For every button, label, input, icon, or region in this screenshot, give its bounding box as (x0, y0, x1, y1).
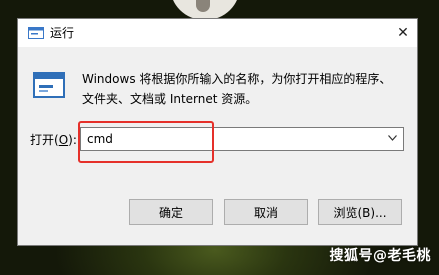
watermark-text: 搜狐号@老毛桃 (329, 248, 431, 264)
open-input[interactable] (87, 130, 377, 148)
run-program-icon (33, 72, 65, 98)
ok-button[interactable]: 确定 (129, 199, 213, 225)
chevron-down-icon[interactable] (388, 135, 397, 141)
title-bar[interactable]: 运行 ✕ (18, 19, 417, 47)
window-title: 运行 (50, 26, 75, 40)
open-label-suffix: ): (68, 133, 77, 147)
browse-button[interactable]: 浏览(B)... (318, 199, 402, 225)
run-dialog: 运行 ✕ Windows 将根据你所输入的名称，为你打开相应的程序、 文件夹、文… (17, 18, 418, 246)
close-button[interactable]: ✕ (389, 19, 417, 47)
description-line-2: 文件夹、文档或 Internet 资源。 (82, 92, 258, 106)
open-combobox[interactable] (80, 127, 404, 151)
open-label: 打开(O): (30, 132, 77, 148)
open-label-accesskey: O (58, 133, 69, 147)
cancel-button[interactable]: 取消 (224, 199, 308, 225)
description-line-1: Windows 将根据你所输入的名称，为你打开相应的程序、 (82, 72, 392, 86)
close-icon: ✕ (397, 25, 409, 41)
open-label-prefix: 打开( (30, 133, 59, 147)
description-text: Windows 将根据你所输入的名称，为你打开相应的程序、 文件夹、文档或 In… (82, 69, 402, 109)
run-dialog-icon (28, 27, 44, 39)
